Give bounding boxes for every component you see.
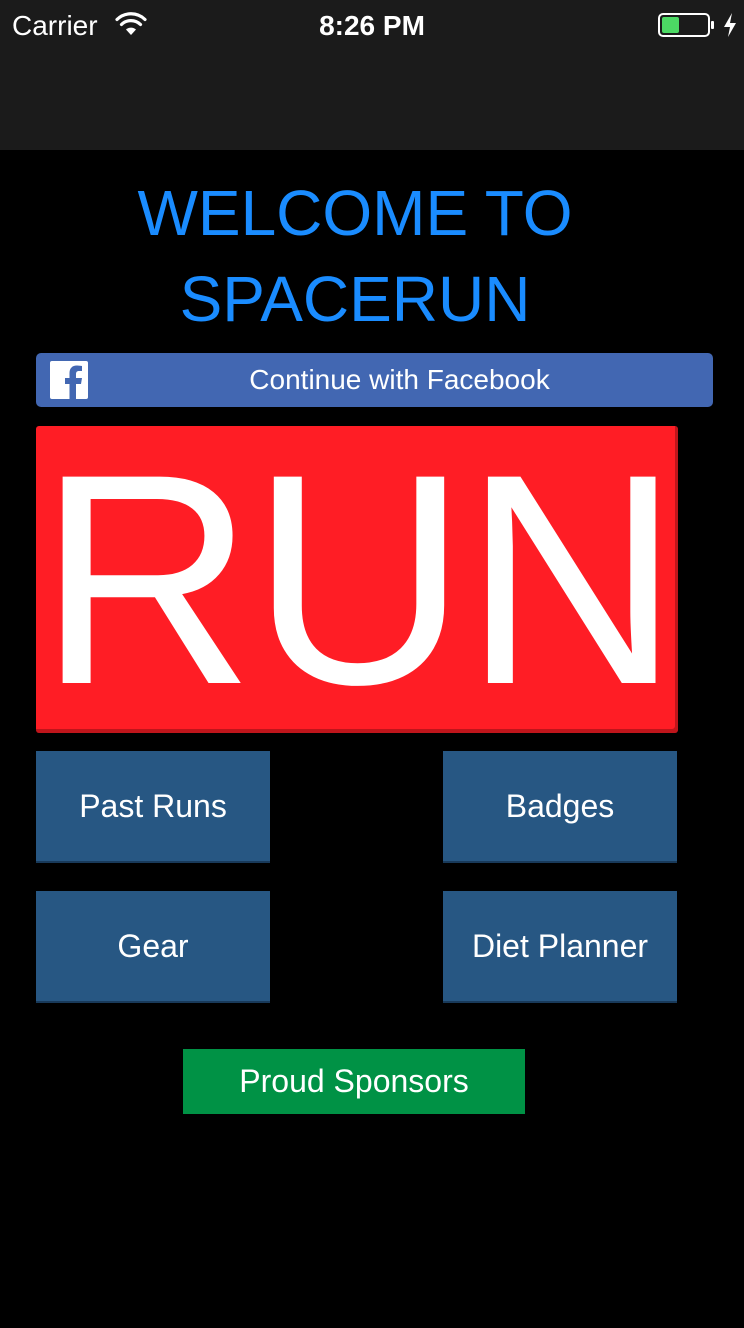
proud-sponsors-button[interactable]: Proud Sponsors — [183, 1049, 525, 1114]
clock: 8:26 PM — [319, 10, 425, 41]
badges-button[interactable]: Badges — [443, 751, 677, 861]
diet-planner-button[interactable]: Diet Planner — [443, 891, 677, 1001]
facebook-icon — [50, 361, 88, 399]
past-runs-button[interactable]: Past Runs — [36, 751, 270, 861]
charging-bolt-icon — [724, 13, 736, 37]
battery-charging-icon — [658, 13, 714, 37]
run-button[interactable]: RUN — [36, 426, 678, 733]
run-button-label: RUN — [38, 426, 678, 733]
continue-with-facebook-button[interactable]: Continue with Facebook — [36, 353, 713, 407]
gear-button[interactable]: Gear — [36, 891, 270, 1001]
page-title: WELCOME TO SPACERUN — [137, 177, 573, 335]
facebook-button-label: Continue with Facebook — [249, 364, 550, 395]
status-bar: Carrier 8:26 PM — [0, 0, 744, 50]
